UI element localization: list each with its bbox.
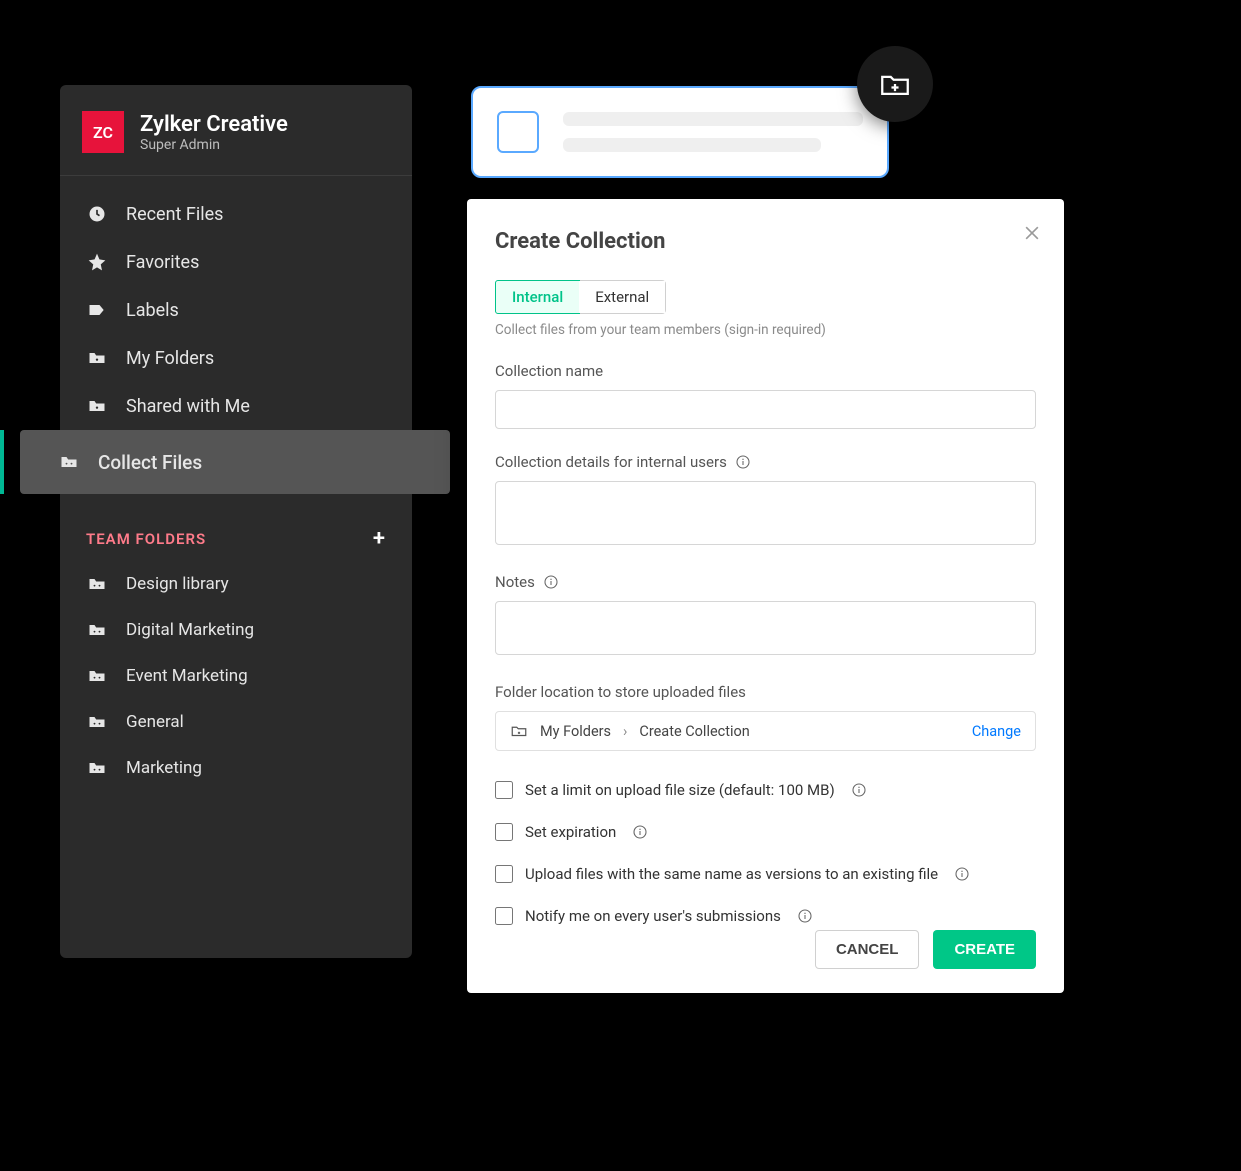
notify-checkbox[interactable] bbox=[495, 907, 513, 925]
floating-preview-card bbox=[471, 86, 889, 178]
expiration-checkbox[interactable] bbox=[495, 823, 513, 841]
team-folder-event-marketing[interactable]: Event Marketing bbox=[60, 653, 412, 699]
folder-icon bbox=[86, 665, 108, 687]
team-folders-label: TEAM FOLDERS bbox=[86, 530, 206, 548]
cancel-button[interactable]: CANCEL bbox=[815, 930, 920, 969]
sidebar: ZC Zylker Creative Super Admin Recent Fi… bbox=[60, 85, 412, 958]
more-options-icon[interactable] bbox=[382, 126, 390, 138]
notes-input[interactable] bbox=[495, 601, 1036, 655]
tab-hint: Collect files from your team members (si… bbox=[495, 322, 1036, 338]
folder-icon bbox=[86, 347, 108, 369]
change-folder-link[interactable]: Change bbox=[972, 723, 1021, 740]
folder-outline-icon bbox=[510, 722, 528, 740]
sidebar-item-label: Favorites bbox=[126, 252, 199, 273]
team-folder-design-library[interactable]: Design library bbox=[60, 561, 412, 607]
team-folders-section-header: TEAM FOLDERS + bbox=[60, 500, 412, 561]
field-collection-name: Collection name bbox=[495, 362, 1036, 429]
sidebar-item-label: My Folders bbox=[126, 348, 214, 369]
info-icon[interactable] bbox=[797, 908, 813, 924]
collection-name-input[interactable] bbox=[495, 390, 1036, 429]
folder-icon bbox=[86, 757, 108, 779]
team-folder-label: General bbox=[126, 712, 184, 732]
sidebar-nav: Recent Files Favorites Labels My Folders… bbox=[60, 176, 412, 500]
chevron-right-icon: › bbox=[623, 723, 627, 740]
upload-limit-checkbox[interactable] bbox=[495, 781, 513, 799]
versions-label: Upload files with the same name as versi… bbox=[525, 865, 938, 883]
sidebar-item-shared-with-me[interactable]: Shared with Me bbox=[60, 382, 412, 430]
collection-details-label: Collection details for internal users bbox=[495, 453, 1036, 471]
star-icon bbox=[86, 251, 108, 273]
info-icon[interactable] bbox=[851, 782, 867, 798]
sidebar-header: ZC Zylker Creative Super Admin bbox=[60, 85, 412, 176]
sidebar-item-labels[interactable]: Labels bbox=[60, 286, 412, 334]
placeholder-line bbox=[563, 138, 821, 152]
team-folder-label: Event Marketing bbox=[126, 666, 248, 686]
collection-name-label: Collection name bbox=[495, 362, 1036, 380]
team-folder-marketing[interactable]: Marketing bbox=[60, 745, 412, 791]
modal-actions: CANCEL CREATE bbox=[815, 930, 1036, 969]
placeholder-line bbox=[563, 112, 863, 126]
new-folder-fab[interactable] bbox=[857, 46, 933, 122]
team-folder-label: Design library bbox=[126, 574, 229, 594]
sidebar-item-label: Collect Files bbox=[98, 451, 202, 474]
label-icon bbox=[86, 299, 108, 321]
sidebar-item-favorites[interactable]: Favorites bbox=[60, 238, 412, 286]
notes-label: Notes bbox=[495, 573, 1036, 591]
sidebar-item-label: Labels bbox=[126, 300, 179, 321]
versions-checkbox[interactable] bbox=[495, 865, 513, 883]
tab-external[interactable]: External bbox=[579, 281, 665, 313]
info-icon[interactable] bbox=[954, 866, 970, 882]
option-versions[interactable]: Upload files with the same name as versi… bbox=[495, 853, 1036, 895]
collection-type-tabs: Internal External bbox=[495, 280, 666, 314]
team-folder-digital-marketing[interactable]: Digital Marketing bbox=[60, 607, 412, 653]
create-button[interactable]: CREATE bbox=[933, 930, 1036, 969]
notify-label: Notify me on every user's submissions bbox=[525, 907, 781, 925]
notes-label-text: Notes bbox=[495, 573, 535, 591]
sidebar-item-collect-files[interactable]: Collect Files bbox=[20, 430, 450, 494]
folder-location-label: Folder location to store uploaded files bbox=[495, 683, 1036, 701]
team-folder-label: Marketing bbox=[126, 758, 202, 778]
upload-limit-label: Set a limit on upload file size (default… bbox=[525, 781, 835, 799]
preview-placeholder-lines bbox=[563, 112, 863, 152]
info-icon[interactable] bbox=[632, 824, 648, 840]
sidebar-item-my-folders[interactable]: My Folders bbox=[60, 334, 412, 382]
create-collection-modal: Create Collection Internal External Coll… bbox=[467, 199, 1064, 993]
close-icon[interactable] bbox=[1022, 223, 1042, 243]
option-expiration[interactable]: Set expiration bbox=[495, 811, 1036, 853]
sidebar-item-label: Shared with Me bbox=[126, 396, 250, 417]
folder-icon bbox=[86, 573, 108, 595]
team-folder-label: Digital Marketing bbox=[126, 620, 254, 640]
field-collection-details: Collection details for internal users bbox=[495, 453, 1036, 549]
folder-plus-icon bbox=[878, 67, 912, 101]
collect-folder-icon bbox=[58, 451, 80, 473]
expiration-label: Set expiration bbox=[525, 823, 616, 841]
field-folder-location: Folder location to store uploaded files … bbox=[495, 683, 1036, 751]
team-folder-general[interactable]: General bbox=[60, 699, 412, 745]
path-current: Create Collection bbox=[639, 723, 749, 740]
option-upload-limit[interactable]: Set a limit on upload file size (default… bbox=[495, 769, 1036, 811]
tab-internal[interactable]: Internal bbox=[495, 280, 580, 314]
field-notes: Notes bbox=[495, 573, 1036, 659]
shared-folder-icon bbox=[86, 395, 108, 417]
folder-icon bbox=[86, 619, 108, 641]
collection-details-input[interactable] bbox=[495, 481, 1036, 545]
sidebar-item-label: Recent Files bbox=[126, 204, 223, 225]
org-avatar: ZC bbox=[82, 111, 124, 153]
sidebar-item-recent-files[interactable]: Recent Files bbox=[60, 190, 412, 238]
info-icon[interactable] bbox=[543, 574, 559, 590]
clock-icon bbox=[86, 203, 108, 225]
folder-location-path: My Folders › Create Collection Change bbox=[495, 711, 1036, 751]
org-name: Zylker Creative bbox=[140, 112, 288, 137]
preview-thumbnail bbox=[497, 111, 539, 153]
collection-details-label-text: Collection details for internal users bbox=[495, 453, 727, 471]
add-team-folder-icon[interactable]: + bbox=[373, 526, 386, 551]
org-role: Super Admin bbox=[140, 137, 288, 153]
team-folders-list: Design library Digital Marketing Event M… bbox=[60, 561, 412, 791]
modal-title: Create Collection bbox=[495, 229, 1036, 254]
info-icon[interactable] bbox=[735, 454, 751, 470]
path-root: My Folders bbox=[540, 723, 611, 740]
options-list: Set a limit on upload file size (default… bbox=[495, 769, 1036, 937]
folder-icon bbox=[86, 711, 108, 733]
